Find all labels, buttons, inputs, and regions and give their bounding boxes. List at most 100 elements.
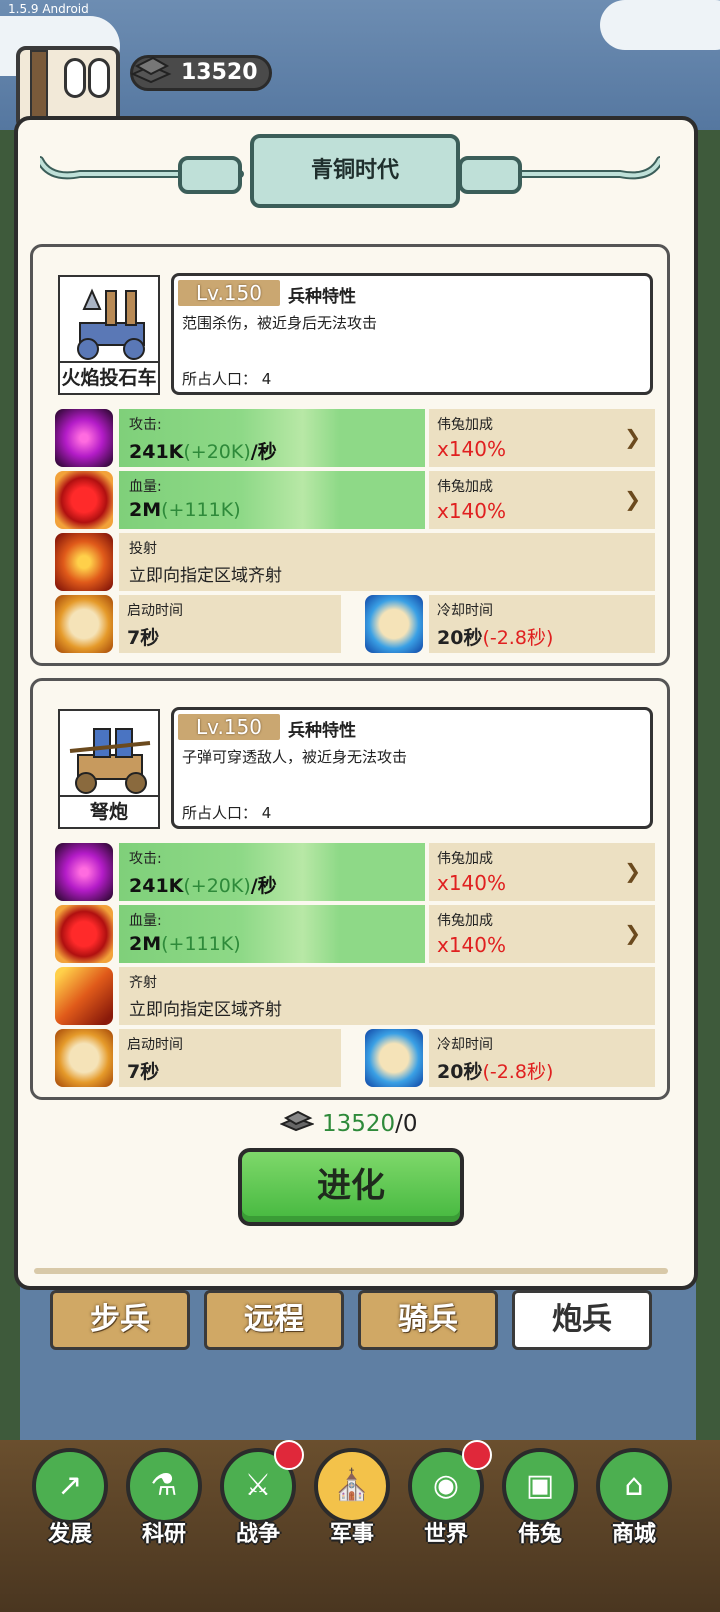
nav-shop[interactable]: ⌂ 商城 — [594, 1448, 674, 1568]
cooldown-base: 20秒 — [437, 1061, 483, 1083]
skill-info: 齐射 立即向指定区域齐射 — [119, 967, 655, 1025]
unit-name: 火焰投石车 — [60, 361, 158, 393]
buff-value: x140% — [437, 871, 507, 895]
unit-portrait[interactable]: 弩炮 — [58, 709, 160, 829]
iron-ingot-icon — [130, 56, 172, 84]
helmet-icon: ⛪ — [333, 1468, 371, 1503]
trait-description: 子弹可穿透敌人，被近身无法攻击 — [182, 748, 408, 766]
nav-circle: ⚗ — [126, 1448, 202, 1524]
attack-base: 241K — [129, 875, 184, 897]
nav-label: 发展 — [47, 1522, 92, 1547]
tab-cavalry[interactable]: 骑兵 — [358, 1290, 498, 1350]
attack-icon — [55, 409, 113, 467]
population-label: 所占人口： 4 — [182, 804, 272, 822]
hp-buff-button[interactable]: 伟兔加成 x140% ❯ — [429, 905, 655, 963]
nav-great-rabbit[interactable]: ▣ 伟兔 — [500, 1448, 580, 1568]
attack-buff-button[interactable]: 伟兔加成 x140% ❯ — [429, 843, 655, 901]
level-badge: Lv.150 — [178, 280, 280, 306]
nav-label: 伟兔 — [517, 1522, 562, 1547]
cooldown-time: 冷却时间 20秒(-2.8秒) — [429, 595, 655, 653]
time-row: 启动时间 7秒 冷却时间 20秒(-2.8秒) — [55, 595, 655, 653]
hp-buff-button[interactable]: 伟兔加成 x140% ❯ — [429, 471, 655, 529]
cost-have: 13520 — [322, 1111, 396, 1137]
growth-arrow-icon: ↗ — [57, 1468, 83, 1503]
trait-description: 范围杀伤，被近身后无法攻击 — [182, 314, 378, 332]
buff-label: 伟兔加成 — [437, 417, 493, 433]
tab-infantry[interactable]: 步兵 — [50, 1290, 190, 1350]
chevron-right-icon: ❯ — [624, 425, 641, 449]
unit-portrait[interactable]: 火焰投石车 — [58, 275, 160, 395]
hp-base: 2M — [129, 499, 162, 521]
hp-base: 2M — [129, 933, 162, 955]
buff-value: x140% — [437, 499, 507, 523]
heart-icon — [55, 471, 113, 529]
startup-label: 启动时间 — [127, 603, 183, 619]
population-label: 所占人口： 4 — [182, 370, 272, 388]
buff-label: 伟兔加成 — [437, 913, 493, 929]
nav-circle: ▣ — [502, 1448, 578, 1524]
hp-stat: 血量: 2M(+111K) — [119, 471, 425, 529]
unit-card: 火焰投石车 Lv.150 兵种特性 范围杀伤，被近身后无法攻击 所占人口： 4 … — [30, 244, 670, 666]
resource-amount: 13520 — [181, 60, 258, 85]
stopwatch-icon — [55, 595, 113, 653]
cooldown-label: 冷却时间 — [437, 1037, 493, 1053]
skill-name: 投射 — [129, 541, 157, 557]
attack-bonus: (+20K) — [183, 875, 251, 897]
hp-bonus: (+111K) — [161, 933, 241, 955]
iron-ingot-icon — [279, 1110, 315, 1132]
resource-counter[interactable]: 13520 — [130, 55, 272, 91]
time-row: 启动时间 7秒 冷却时间 20秒(-2.8秒) — [55, 1029, 655, 1087]
attack-stat: 攻击: 241K(+20K)/秒 — [119, 843, 425, 901]
startup-label: 启动时间 — [127, 1037, 183, 1053]
bunny-ear-icon — [88, 58, 110, 98]
hp-label: 血量: — [129, 913, 162, 929]
hp-row: 血量: 2M(+111K) 伟兔加成 x140% ❯ — [55, 471, 655, 529]
buff-label: 伟兔加成 — [437, 851, 493, 867]
hp-bonus: (+111K) — [161, 499, 241, 521]
skill-description: 立即向指定区域齐射 — [129, 566, 282, 586]
hp-value: 2M(+111K) — [129, 499, 241, 521]
attack-suffix: /秒 — [250, 441, 277, 463]
cooldown-time: 冷却时间 20秒(-2.8秒) — [429, 1029, 655, 1087]
ballista-icon — [69, 728, 151, 794]
evolve-cost: 13520/0 — [279, 1110, 418, 1140]
attack-icon — [55, 843, 113, 901]
trait-box: Lv.150 兵种特性 子弹可穿透敌人，被近身无法攻击 所占人口： 4 — [171, 707, 653, 829]
hp-row: 血量: 2M(+111K) 伟兔加成 x140% ❯ — [55, 905, 655, 963]
chevron-right-icon: ❯ — [624, 487, 641, 511]
nav-circle: ⌂ — [596, 1448, 672, 1524]
version-label: 1.5.9 Android — [8, 2, 89, 16]
cooldown-value: 20秒(-2.8秒) — [437, 1057, 553, 1084]
chevron-right-icon: ❯ — [624, 859, 641, 883]
bunny-ear-icon — [64, 58, 86, 98]
nav-circle: ↗ — [32, 1448, 108, 1524]
unit-name: 弩炮 — [60, 795, 158, 827]
trait-title: 兵种特性 — [288, 287, 356, 307]
nav-research[interactable]: ⚗ 科研 — [124, 1448, 204, 1568]
tab-ranged[interactable]: 远程 — [204, 1290, 344, 1350]
attack-value: 241K(+20K)/秒 — [129, 871, 277, 898]
divider — [34, 1268, 668, 1274]
skill-info: 投射 立即向指定区域齐射 — [119, 533, 655, 591]
cooldown-bonus: (-2.8秒) — [482, 627, 554, 649]
buff-value: x140% — [437, 437, 507, 461]
attack-label: 攻击: — [129, 851, 162, 867]
flask-icon: ⚗ — [150, 1468, 178, 1503]
evolve-button[interactable]: 进化 — [238, 1148, 464, 1226]
stopwatch-icon — [55, 1029, 113, 1087]
skill-name: 齐射 — [129, 975, 157, 991]
tab-artillery[interactable]: 炮兵 — [512, 1290, 652, 1350]
cooldown-value: 20秒(-2.8秒) — [437, 623, 553, 650]
heart-icon — [55, 905, 113, 963]
cost-need: /0 — [395, 1111, 418, 1137]
nav-circle: ⛪ — [314, 1448, 390, 1524]
nav-military[interactable]: ⛪ 军事 — [312, 1448, 392, 1568]
era-title: 青铜时代 — [250, 134, 460, 208]
rabbit-portrait-icon: ▣ — [525, 1468, 555, 1503]
background-tree-right — [696, 130, 720, 1460]
hp-value: 2M(+111K) — [129, 933, 241, 955]
nav-develop[interactable]: ↗ 发展 — [30, 1448, 110, 1568]
attack-buff-button[interactable]: 伟兔加成 x140% ❯ — [429, 409, 655, 467]
cooldown-label: 冷却时间 — [437, 603, 493, 619]
startup-time: 启动时间 7秒 — [119, 595, 341, 653]
